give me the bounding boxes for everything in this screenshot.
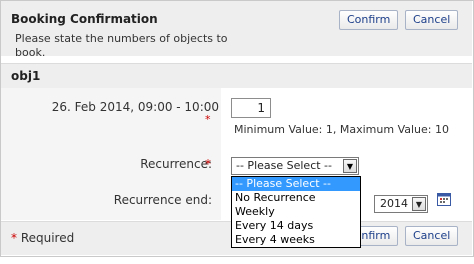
required-text: Required bbox=[17, 231, 75, 245]
recurrence-end-label: Recurrence end: bbox=[113, 193, 212, 207]
quantity-hint: Minimum Value: 1, Maximum Value: 10 bbox=[234, 123, 449, 136]
recurrence-dropdown-list[interactable]: -- Please Select -- No Recurrence Weekly… bbox=[231, 176, 361, 248]
dialog-header: Booking Confirmation Please state the nu… bbox=[1, 1, 472, 59]
recurrence-select[interactable]: -- Please Select -- ▼ bbox=[231, 157, 359, 175]
dropdown-arrow-icon[interactable]: ▼ bbox=[412, 197, 426, 211]
dialog-title: Booking Confirmation bbox=[11, 12, 158, 26]
required-marker-recurrence: * bbox=[205, 157, 211, 171]
recurrence-option-weekly[interactable]: Weekly bbox=[232, 205, 360, 219]
booking-date-range: 26. Feb 2014, 09:00 - 10:00 bbox=[51, 100, 219, 114]
recurrence-label: Recurrence: bbox=[140, 157, 212, 171]
cancel-button-bottom[interactable]: Cancel bbox=[405, 226, 459, 246]
recurrence-option-every-14-days[interactable]: Every 14 days bbox=[232, 219, 360, 233]
dropdown-arrow-icon[interactable]: ▼ bbox=[343, 159, 357, 173]
object-section-header: obj1 bbox=[1, 63, 472, 88]
recurrence-option-every-4-weeks[interactable]: Every 4 weeks bbox=[232, 233, 360, 247]
calendar-icon[interactable] bbox=[437, 193, 451, 206]
year-value: 2014 bbox=[380, 197, 408, 210]
recurrence-option-please-select[interactable]: -- Please Select -- bbox=[232, 177, 360, 191]
dialog-subtitle: Please state the numbers of objects to b… bbox=[15, 32, 228, 59]
object-name: obj1 bbox=[11, 69, 41, 83]
recurrence-option-no-recurrence[interactable]: No Recurrence bbox=[232, 191, 360, 205]
recurrence-end-year-select[interactable]: 2014 ▼ bbox=[374, 195, 428, 213]
recurrence-selected-value: -- Please Select -- bbox=[236, 159, 332, 172]
cancel-button-top[interactable]: Cancel bbox=[405, 10, 459, 30]
required-marker-quantity: * bbox=[205, 113, 211, 126]
required-note: * Required bbox=[11, 231, 74, 245]
quantity-input[interactable]: 1 bbox=[231, 98, 271, 118]
confirm-button-top[interactable]: Confirm bbox=[339, 10, 399, 30]
